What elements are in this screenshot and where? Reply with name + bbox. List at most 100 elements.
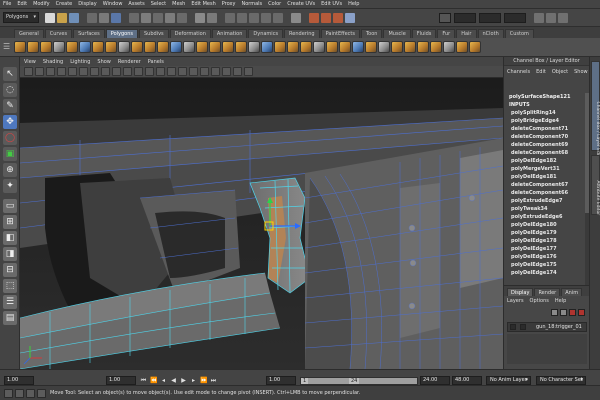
history-icon[interactable] (291, 12, 301, 23)
character-set-dropdown[interactable]: No Character Set (536, 376, 586, 385)
hypershade-layout-icon[interactable]: ⊟ (3, 263, 17, 277)
platonic-solid-icon[interactable] (157, 41, 169, 53)
tab-channel-box-layer-editor[interactable]: Channel Box / Layer Editor (591, 61, 600, 161)
shelf-tab[interactable]: Hair (456, 29, 477, 38)
history-node[interactable]: polyDelEdge178 (509, 237, 589, 245)
history-node[interactable]: deleteComponent71 (509, 125, 589, 133)
custom-layout-icon[interactable]: ▤ (3, 311, 17, 325)
menu-item[interactable]: Create (56, 1, 73, 7)
go-to-start-icon[interactable]: ⏮ (140, 376, 147, 385)
graph-editor-layout-icon[interactable]: ⬚ (3, 279, 17, 293)
input-line-field[interactable] (454, 12, 476, 23)
channel-box-menu-item[interactable]: Channels (507, 69, 530, 75)
four-view-layout-icon[interactable]: ⊞ (3, 215, 17, 229)
layer-visibility-toggle[interactable] (510, 324, 516, 330)
history-node[interactable]: polyExtrudeEdge7 (509, 197, 589, 205)
polygon-prism-icon[interactable] (92, 41, 104, 53)
insert-edge-loop-icon[interactable] (313, 41, 325, 53)
range-slider[interactable]: 1 24 (300, 377, 418, 385)
shelf-tab[interactable]: Muscle (383, 29, 411, 38)
go-to-end-icon[interactable]: ⏭ (210, 376, 217, 385)
xray-icon[interactable] (222, 67, 231, 76)
create-empty-layer-icon[interactable] (569, 308, 576, 316)
scale-tool-icon[interactable]: ▣ (3, 147, 17, 161)
history-node[interactable]: polyDelEdge179 (509, 229, 589, 237)
open-scene-icon[interactable] (57, 12, 67, 23)
boolean-union-icon[interactable] (222, 41, 234, 53)
menu-item[interactable]: Normals (241, 1, 262, 7)
grid-toggle-icon[interactable] (79, 67, 88, 76)
snap-grid-icon[interactable] (225, 12, 235, 23)
polygon-pipe-icon[interactable] (118, 41, 130, 53)
spherical-mapping-icon[interactable] (430, 41, 442, 53)
layer-editor-tab[interactable]: Display (507, 288, 534, 296)
channel-box-menu-item[interactable]: Object (552, 69, 568, 75)
history-node[interactable]: polySplitRing14 (509, 109, 589, 117)
menu-item[interactable]: Edit (17, 1, 27, 7)
automatic-mapping-icon[interactable] (443, 41, 455, 53)
make-live-icon[interactable] (273, 12, 283, 23)
shelf-menu-icon[interactable]: ☰ (3, 42, 12, 51)
step-back-key-icon[interactable]: ⏪ (150, 376, 157, 385)
viewport-menu-item[interactable]: Renderer (118, 59, 141, 65)
render-settings-icon[interactable] (333, 12, 343, 23)
menu-item[interactable]: Create UVs (287, 1, 315, 7)
history-node[interactable]: deleteComponent70 (509, 133, 589, 141)
history-node[interactable]: polyTweak34 (509, 205, 589, 213)
cylindrical-mapping-icon[interactable] (417, 41, 429, 53)
paint-select-tool-icon[interactable]: ✎ (3, 99, 17, 113)
menu-item[interactable]: Assets (128, 1, 144, 7)
playback-start-field[interactable]: 1.00 (106, 376, 136, 385)
layer-editor-menu-item[interactable]: Layers (507, 298, 524, 304)
snap-view-plane-icon[interactable] (261, 12, 271, 23)
move-tool-icon[interactable]: ✥ (3, 115, 17, 129)
start-time-field[interactable]: 1.00 (4, 376, 34, 385)
wireframe-icon[interactable] (156, 67, 165, 76)
shelf-tab[interactable]: Custom (504, 29, 534, 38)
single-perspective-layout-icon[interactable]: ▭ (3, 199, 17, 213)
uv-texture-editor-icon[interactable] (456, 41, 468, 53)
range-start-field[interactable]: 1.00 (266, 376, 296, 385)
safe-title-icon[interactable] (145, 67, 154, 76)
hypershade-icon[interactable] (345, 12, 355, 23)
shelf-tab[interactable]: Fur (437, 29, 456, 38)
shelf-tab[interactable]: Polygons (105, 29, 138, 38)
offset-edge-loop-icon[interactable] (326, 41, 338, 53)
field-chart-icon[interactable] (123, 67, 132, 76)
shelf-tab[interactable]: Fluids (411, 29, 437, 38)
history-node[interactable]: polyDelEdge174 (509, 269, 589, 277)
create-layer-from-selected-icon[interactable] (578, 308, 585, 316)
bookmarks-icon[interactable] (46, 67, 55, 76)
shelf-tab[interactable]: nCloth (477, 29, 504, 38)
layer-row[interactable]: gun_18:trigger_01 (507, 322, 587, 332)
isolate-select-icon[interactable] (244, 67, 253, 76)
shelf-tab[interactable]: Animation (211, 29, 248, 38)
history-node[interactable]: deleteComponent68 (509, 149, 589, 157)
smooth-shade-icon[interactable] (167, 67, 176, 76)
step-back-frame-icon[interactable]: ◂ (160, 376, 167, 385)
separate-icon[interactable] (183, 41, 195, 53)
create-polygon-icon[interactable] (287, 41, 299, 53)
menu-item[interactable]: Select (151, 1, 166, 7)
mask-points-icon[interactable] (129, 12, 139, 23)
toggle-tool-settings-icon[interactable] (558, 12, 568, 23)
play-backwards-icon[interactable]: ◀ (170, 376, 177, 385)
select-camera-icon[interactable] (24, 67, 33, 76)
persp-outliner-layout-icon[interactable]: ◧ (3, 231, 17, 245)
menu-item[interactable]: Window (103, 1, 123, 7)
viewport-menu-item[interactable]: Panels (148, 59, 164, 65)
perspective-viewport[interactable]: View Shading Lighting Show Renderer Panels (20, 57, 503, 369)
wedge-icon[interactable] (469, 41, 481, 53)
snap-point-icon[interactable] (249, 12, 259, 23)
smooth-icon[interactable] (209, 41, 221, 53)
input-line-mode-icon[interactable] (439, 12, 451, 23)
history-node[interactable]: polyDelEdge175 (509, 261, 589, 269)
channel-box-menu-item[interactable]: Show (574, 69, 588, 75)
end-time-field[interactable]: 48.00 (452, 376, 482, 385)
bridge-icon[interactable] (365, 41, 377, 53)
playback-end-field[interactable]: 24.00 (420, 376, 450, 385)
history-node[interactable]: polyMergeVert31 (509, 165, 589, 173)
history-node[interactable]: polyDelEdge180 (509, 221, 589, 229)
viewport-canvas[interactable] (20, 78, 503, 369)
select-tool-icon[interactable]: ↖ (3, 67, 17, 81)
